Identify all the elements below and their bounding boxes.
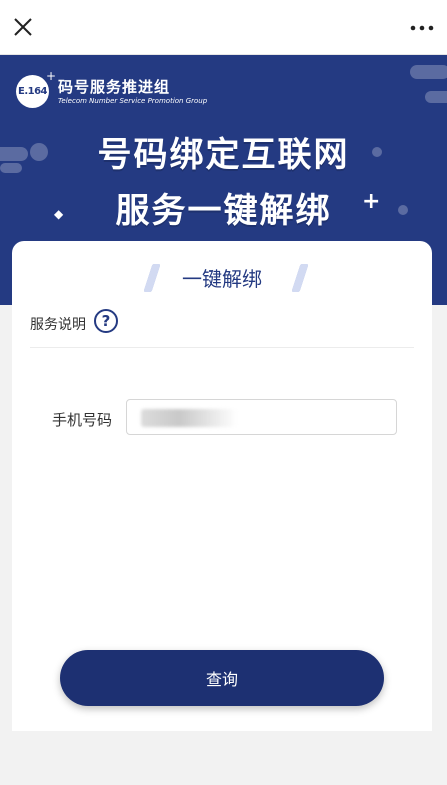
slash-decoration-left <box>141 263 161 292</box>
logo-plus-icon: + <box>46 69 57 83</box>
sparkle-plus-icon: + <box>362 189 381 214</box>
help-icon[interactable]: ? <box>94 309 118 333</box>
logo: E.164 + 码号服务推进组 Telecom Number Service P… <box>16 69 266 113</box>
decoration <box>410 65 447 79</box>
phone-value-redacted <box>141 409 237 427</box>
phone-input[interactable] <box>126 399 397 435</box>
close-icon[interactable] <box>12 16 34 38</box>
decoration <box>425 91 447 103</box>
service-info-row: 服务说明 ? <box>30 309 414 348</box>
service-info-label: 服务说明 <box>30 317 86 333</box>
logo-mark: E.164 <box>16 75 49 108</box>
card-title-row: 一键解绑 <box>12 263 432 299</box>
slash-decoration-right <box>289 263 309 292</box>
logo-title: 码号服务推进组 <box>58 78 171 96</box>
unbind-card: 一键解绑 服务说明 ? 手机号码 查询 <box>12 241 432 731</box>
card-title: 一键解绑 <box>182 267 262 291</box>
headline-line1: 号码绑定互联网 <box>97 135 350 175</box>
phone-label: 手机号码 <box>52 411 113 429</box>
sparkle-icon: ◆ <box>54 207 64 221</box>
more-icon[interactable] <box>409 18 435 38</box>
top-bar <box>0 0 447 55</box>
logo-subtitle: Telecom Number Service Promotion Group <box>58 97 208 105</box>
query-button[interactable]: 查询 <box>60 650 384 706</box>
